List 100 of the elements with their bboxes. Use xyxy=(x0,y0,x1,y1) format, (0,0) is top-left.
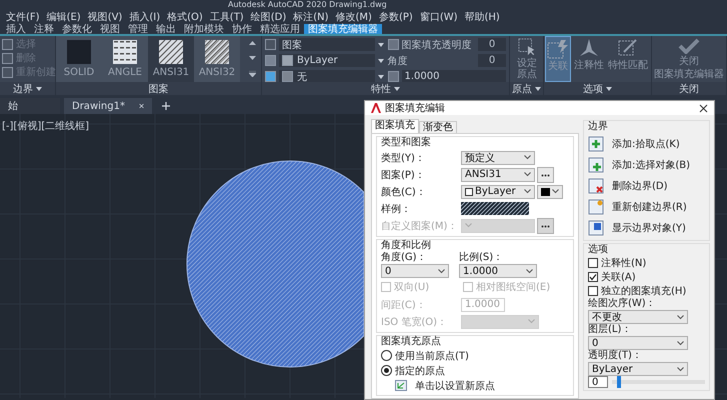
menu-item[interactable]: 文件(F) xyxy=(6,10,40,24)
hatch-pattern-icon xyxy=(67,40,91,64)
hatch-color-dropdown[interactable]: ByLayer xyxy=(279,54,374,67)
transparency-value[interactable]: 0 xyxy=(478,38,506,51)
ribbon-tab[interactable]: 协作 xyxy=(228,24,256,34)
field-label: 自定义图案(M)： xyxy=(381,220,458,232)
dropdown[interactable]: 0 xyxy=(381,264,449,278)
boundary-button[interactable]: 添加:拾取点(K) xyxy=(588,133,705,154)
field-label: 比例(S)： xyxy=(459,252,504,263)
checkbox[interactable] xyxy=(588,286,598,296)
menu-item[interactable]: 编辑(E) xyxy=(46,10,81,24)
boundary-button[interactable]: 删除边界(D) xyxy=(588,175,705,196)
radio-button[interactable] xyxy=(381,350,392,361)
dropdown[interactable]: 预定义 xyxy=(461,150,535,164)
ribbon-tab[interactable]: 精选应用 xyxy=(256,24,304,34)
panel-label: 图案 xyxy=(148,82,168,96)
radio-label: 使用当前原点(T) xyxy=(395,350,469,362)
group-title: 类型和图案 xyxy=(381,137,432,149)
color-swatch-icon xyxy=(465,188,473,196)
ribbon-tab[interactable]: 注释 xyxy=(30,24,58,34)
dialog-tab[interactable]: 图案填充 xyxy=(371,119,419,133)
browse-button[interactable] xyxy=(537,166,554,182)
property-label: 角度 xyxy=(388,54,408,68)
ribbon-tab[interactable]: 插入 xyxy=(2,24,30,34)
menu-item[interactable]: 修改(M) xyxy=(336,10,372,24)
field-label: ISO 笔宽(O)： xyxy=(381,316,448,328)
set-origin-link[interactable]: 单击以设置新原点 xyxy=(415,378,495,392)
field-label: 图层(L)： xyxy=(588,324,632,335)
menu-item[interactable]: 视图(V) xyxy=(88,10,122,24)
chevron-icon xyxy=(528,319,535,324)
brush-icon xyxy=(618,38,638,58)
group-title: 边界 xyxy=(588,121,609,133)
field-label: 类型(Y)： xyxy=(381,152,426,164)
group-title: 角度和比例 xyxy=(381,240,432,252)
dropdown[interactable]: 不更改 xyxy=(588,310,688,324)
angle-value[interactable]: 0 xyxy=(478,54,506,67)
dropdown[interactable]: ByLayer xyxy=(461,184,535,198)
ribbon-tab[interactable]: 管理 xyxy=(124,24,152,34)
menu-item[interactable]: 工具(T) xyxy=(210,10,244,24)
checkbox[interactable] xyxy=(588,272,598,282)
close-icon[interactable] xyxy=(699,104,708,112)
scroll-down-icon[interactable] xyxy=(248,56,256,60)
document-tab[interactable]: 始 xyxy=(0,98,60,114)
menu-item[interactable]: 帮助(H) xyxy=(464,10,500,24)
background-color-dropdown[interactable]: 无 xyxy=(279,70,374,83)
caret-icon xyxy=(606,86,612,90)
chevron-icon xyxy=(677,366,684,372)
add-tab-icon[interactable] xyxy=(162,102,170,110)
boundary-button[interactable]: 重新创建边界(R) xyxy=(588,196,705,217)
dropdown[interactable]: 0 xyxy=(588,336,688,350)
color-swatch-icon xyxy=(282,55,293,66)
panel-label: 关闭 xyxy=(679,82,699,96)
panel-label: 边界 xyxy=(13,82,33,96)
scroll-up-icon[interactable] xyxy=(248,41,256,46)
caret-icon xyxy=(36,86,42,90)
chevron-icon xyxy=(526,268,533,274)
menu-item[interactable]: 绘图(D) xyxy=(250,10,286,24)
transparency-field[interactable]: 0 xyxy=(588,376,608,388)
hatch-pattern-swatch[interactable]: ANSI31 xyxy=(148,36,194,82)
boundary-button[interactable]: 显示边界对象(Y) xyxy=(588,217,705,238)
hatch-type-dropdown[interactable]: 图案 xyxy=(279,38,374,51)
app-logo-icon xyxy=(371,103,381,113)
menu-item[interactable]: 标注(N) xyxy=(293,10,329,24)
browse-button[interactable] xyxy=(537,218,554,234)
menu-item[interactable]: 格式(O) xyxy=(167,10,203,24)
hatch-link-icon xyxy=(547,39,569,59)
show-boundary-icon xyxy=(588,220,604,236)
dropdown[interactable]: ANSI31 xyxy=(461,168,535,182)
window-title: Autodesk AutoCAD 2020 Drawing1.dwg xyxy=(228,0,387,9)
field-label: 间距(C)： xyxy=(381,298,427,312)
ribbon-tab[interactable]: 输出 xyxy=(152,24,180,34)
hatch-pattern-icon xyxy=(113,40,137,64)
boundary-button[interactable]: 添加:选择对象(B) xyxy=(588,154,705,175)
expand-icon[interactable] xyxy=(248,70,256,77)
dropdown[interactable]: 1.0000 xyxy=(459,264,537,278)
ellipsis-icon xyxy=(541,174,550,176)
radio-button[interactable] xyxy=(381,365,392,376)
menu-item[interactable]: 插入(I) xyxy=(129,10,160,24)
background-color-dropdown[interactable] xyxy=(537,184,563,198)
panel-label: 选项 xyxy=(583,82,603,96)
hatch-pattern-icon xyxy=(159,40,183,64)
panel-label: 特性 xyxy=(371,82,391,96)
viewport-label[interactable]: [-][俯视][二维线框] xyxy=(0,115,90,133)
property-label: 图案填充透明度 xyxy=(402,38,472,52)
document-tab[interactable]: Drawing1* xyxy=(64,98,152,114)
ribbon-tab[interactable]: 附加模块 xyxy=(180,24,228,34)
checkbox-label: 关联(A) xyxy=(601,270,636,284)
dropdown[interactable]: ByLayer xyxy=(588,362,688,376)
menu-item[interactable]: 参数(P) xyxy=(378,10,413,24)
checkbox[interactable] xyxy=(588,258,598,268)
ribbon-tab[interactable]: 视图 xyxy=(96,24,124,34)
ribbon-tab[interactable]: 参数化 xyxy=(58,24,96,34)
menu-item[interactable]: 窗口(W) xyxy=(420,10,458,24)
dialog-tab[interactable]: 渐变色 xyxy=(419,121,457,133)
dialog-title: 图案填充编辑 xyxy=(385,102,446,115)
caret-icon xyxy=(378,74,384,78)
slider-thumb[interactable] xyxy=(616,376,621,388)
plus-box-icon xyxy=(588,136,604,152)
field-label: 图案(P)： xyxy=(381,168,426,182)
scale-spinner[interactable]: 1.0000 xyxy=(402,70,506,83)
